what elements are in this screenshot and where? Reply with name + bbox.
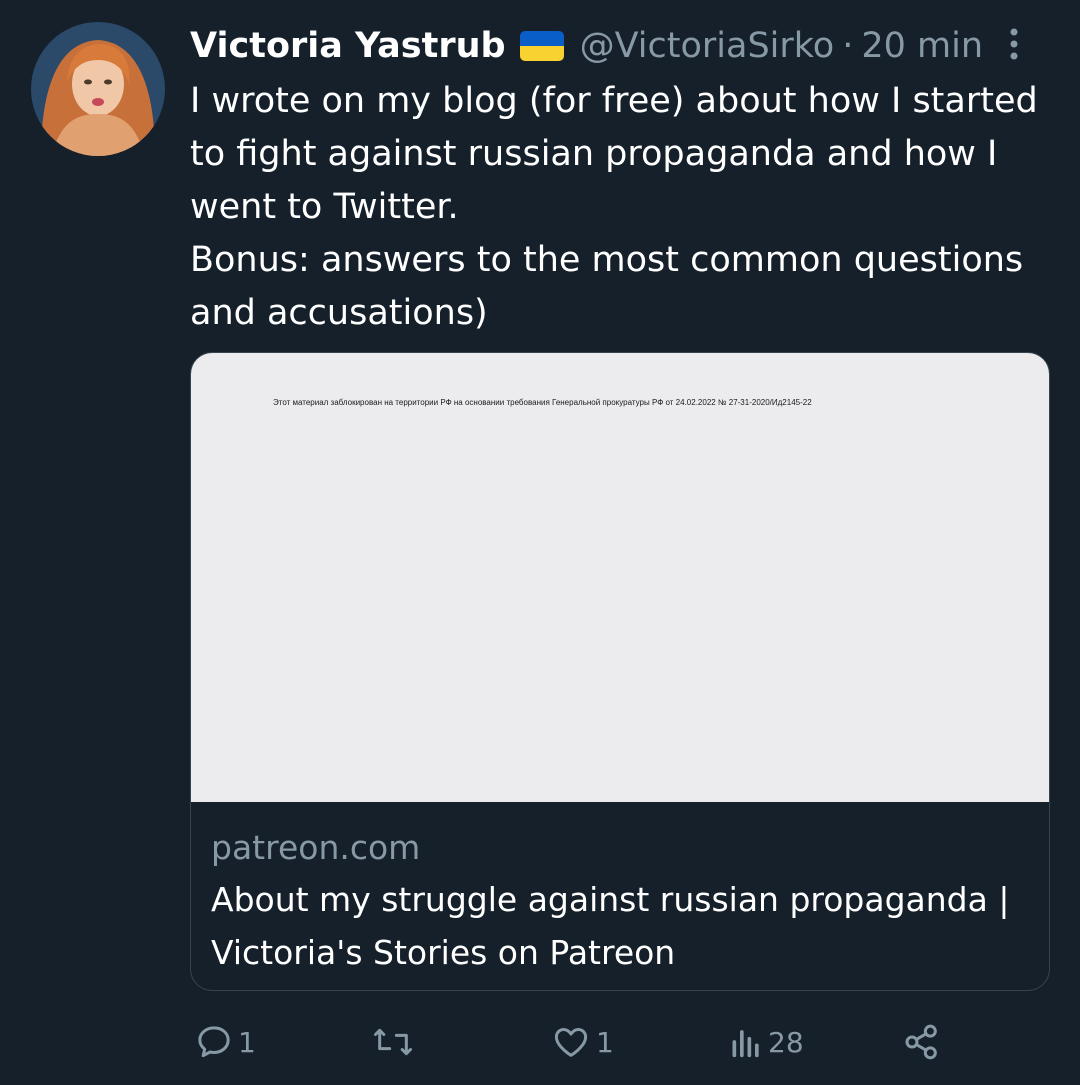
card-info: patreon.com About my struggle against ru…	[211, 825, 1031, 979]
user-handle[interactable]: @VictoriaSirko	[580, 26, 835, 66]
separator: ·	[842, 26, 854, 66]
tweet-text: I wrote on my blog (for free) about how …	[190, 75, 1060, 340]
retweet-button[interactable]	[370, 1018, 420, 1066]
retweet-icon	[374, 1028, 412, 1056]
reply-button[interactable]: 1	[194, 1018, 256, 1066]
like-button[interactable]: 1	[550, 1018, 614, 1066]
tweet-content: Victoria Yastrub @VictoriaSirko · 20 min…	[190, 22, 1050, 340]
card-image[interactable]: Этот материал заблокирован на территории…	[191, 353, 1049, 802]
tweet-actions: 1 1 28	[190, 1018, 1050, 1066]
like-count: 1	[596, 1025, 614, 1059]
share-icon	[905, 1024, 937, 1060]
avatar[interactable]	[31, 22, 165, 156]
timestamp[interactable]: 20 min	[861, 26, 983, 66]
views-button[interactable]: 28	[728, 1018, 804, 1066]
tweet[interactable]: Victoria Yastrub @VictoriaSirko · 20 min…	[0, 0, 1080, 1085]
tweet-text-paragraph: I wrote on my blog (for free) about how …	[190, 81, 1038, 227]
share-button[interactable]	[902, 1018, 942, 1066]
tweet-text-paragraph: Bonus: answers to the most common questi…	[190, 240, 1024, 333]
link-preview-card[interactable]: Этот материал заблокирован на территории…	[190, 352, 1050, 991]
display-name[interactable]: Victoria Yastrub	[190, 26, 506, 66]
tweet-header: Victoria Yastrub @VictoriaSirko · 20 min	[190, 22, 1050, 70]
more-options-icon[interactable]	[1008, 24, 1020, 64]
card-title: About my struggle against russian propag…	[211, 880, 1010, 972]
card-image-caption: Этот материал заблокирован на территории…	[273, 398, 812, 407]
reply-icon	[198, 1026, 230, 1058]
card-domain: patreon.com	[211, 828, 421, 867]
ukraine-flag-icon	[519, 31, 564, 61]
heart-icon	[554, 1028, 588, 1057]
reply-count: 1	[238, 1025, 256, 1059]
views-icon	[732, 1030, 759, 1058]
views-count: 28	[768, 1025, 804, 1059]
